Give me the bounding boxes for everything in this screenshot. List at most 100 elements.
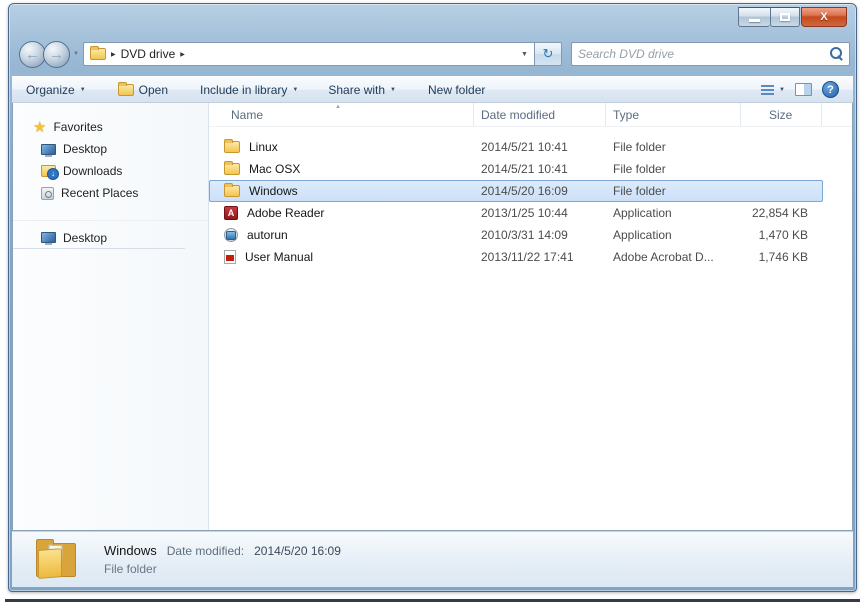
folder-icon [224, 139, 240, 153]
file-date: 2013/1/25 10:44 [481, 206, 568, 220]
file-date: 2013/11/22 17:41 [481, 250, 574, 264]
column-header-name[interactable]: Name [209, 103, 474, 126]
downloads-folder-icon [41, 165, 59, 180]
file-type: Application [613, 228, 672, 242]
file-name: Mac OSX [249, 162, 301, 176]
client-area: ★ Favorites Desktop Downloads Recent Pla… [12, 103, 853, 531]
breadcrumb-separator-icon[interactable]: ▶ [180, 51, 185, 58]
search-box[interactable] [570, 42, 850, 66]
file-type: Adobe Acrobat D... [613, 250, 714, 264]
minimize-button[interactable] [738, 7, 770, 27]
recent-places-icon [41, 186, 54, 200]
sidebar-tree-item-desktop[interactable]: Desktop [13, 227, 185, 249]
selected-folder-icon [36, 538, 82, 579]
explorer-window: X ← → ▼ ▶ DVD drive ▶ ▼ ↻ Organize ▼ Ope… [8, 3, 857, 592]
open-label: Open [138, 82, 169, 97]
minimize-icon [749, 18, 760, 22]
sidebar-item-desktop[interactable]: Desktop [13, 138, 208, 160]
maximize-icon [780, 13, 790, 21]
forward-button[interactable]: → [43, 40, 70, 68]
include-in-library-label: Include in library [200, 82, 288, 97]
breadcrumb-segment[interactable]: DVD drive [121, 47, 176, 61]
file-type: Application [613, 206, 672, 220]
open-button[interactable]: Open [117, 81, 169, 97]
sidebar-item-label: Recent Places [61, 186, 139, 200]
folder-icon [89, 46, 106, 60]
help-icon: ? [822, 81, 839, 98]
address-bar[interactable]: ▶ DVD drive ▶ ▼ [82, 42, 535, 66]
back-button[interactable]: ← [19, 40, 46, 68]
folder-icon [224, 161, 240, 175]
back-arrow-icon: ← [25, 45, 40, 63]
sidebar-item-label: Desktop [63, 230, 108, 245]
monitor-icon [41, 143, 56, 157]
file-row-autorun[interactable]: autorun 2010/3/31 14:09 Application 1,47… [209, 224, 823, 246]
column-label: Date modified [481, 107, 556, 122]
sidebar-item-downloads[interactable]: Downloads [13, 160, 208, 182]
sidebar-item-recent-places[interactable]: Recent Places [13, 182, 208, 204]
details-pane: Windows Date modified: 2014/5/20 16:09 F… [12, 531, 853, 587]
column-headers: ▲ Name Date modified Type Size [209, 103, 852, 127]
pdf-document-icon [224, 250, 236, 264]
chevron-down-icon: ▼ [390, 87, 396, 93]
favorites-label: Favorites [53, 120, 103, 134]
details-file-type: File folder [104, 562, 157, 576]
folder-icon [224, 183, 240, 197]
file-size: 1,470 KB [758, 228, 808, 242]
command-toolbar: Organize ▼ Open Include in library ▼ Sha… [12, 76, 853, 103]
new-folder-button[interactable]: New folder [428, 83, 485, 97]
file-list: ▲ Name Date modified Type Size Linux 201… [209, 103, 852, 530]
refresh-button[interactable]: ↻ [534, 42, 562, 66]
sidebar-item-favorites[interactable]: ★ Favorites [13, 116, 208, 138]
search-input[interactable] [577, 47, 829, 61]
share-with-button[interactable]: Share with ▼ [328, 83, 396, 97]
sidebar-item-label: Desktop [63, 142, 108, 156]
file-date: 2014/5/20 16:09 [481, 184, 568, 198]
file-name: Adobe Reader [247, 206, 325, 220]
column-header-type[interactable]: Type [606, 103, 741, 126]
new-folder-label: New folder [428, 82, 486, 97]
navigation-pane: ★ Favorites Desktop Downloads Recent Pla… [13, 103, 209, 530]
file-row-mac-osx[interactable]: Mac OSX 2014/5/21 10:41 File folder [209, 158, 823, 180]
close-button[interactable]: X [801, 7, 847, 27]
file-size: 1,746 KB [758, 250, 808, 264]
maximize-button[interactable] [770, 7, 800, 27]
file-name: autorun [247, 228, 288, 242]
file-row-adobe-reader[interactable]: A Adobe Reader 2013/1/25 10:44 Applicatio… [209, 202, 823, 224]
chevron-down-icon: ▼ [779, 87, 785, 93]
screenshot-bottom-edge [5, 599, 860, 602]
list-view-icon [761, 84, 775, 95]
search-icon[interactable] [829, 47, 843, 61]
file-name: Windows [249, 184, 298, 198]
breadcrumb-separator-icon: ▶ [110, 51, 116, 58]
chevron-down-icon: ▼ [292, 87, 299, 93]
recent-pages-dropdown[interactable]: ▼ [73, 51, 79, 57]
address-dropdown-icon[interactable]: ▼ [521, 51, 528, 58]
column-header-date-modified[interactable]: Date modified [474, 103, 606, 126]
column-label: Size [769, 107, 793, 122]
chevron-down-icon: ▼ [79, 87, 86, 93]
file-row-linux[interactable]: Linux 2014/5/21 10:41 File folder [209, 136, 823, 158]
organize-label: Organize [26, 82, 75, 97]
column-header-size[interactable]: Size [741, 103, 822, 126]
share-with-label: Share with [328, 82, 386, 97]
sidebar-separator [13, 220, 208, 221]
details-date-label: Date modified: [166, 544, 245, 558]
details-text: Windows Date modified: 2014/5/20 16:09 F… [104, 543, 341, 576]
window-controls: X [738, 7, 847, 27]
file-size: 22,854 KB [751, 206, 808, 220]
file-type: File folder [613, 140, 666, 154]
include-in-library-button[interactable]: Include in library ▼ [200, 83, 298, 97]
adobe-reader-icon: A [224, 206, 238, 220]
forward-arrow-icon: → [49, 45, 64, 63]
sort-ascending-icon: ▲ [335, 104, 341, 110]
file-rows: Linux 2014/5/21 10:41 File folder Mac OS… [209, 127, 852, 268]
change-view-button[interactable]: ▼ [761, 84, 785, 95]
help-button[interactable]: ? [822, 81, 839, 98]
open-folder-icon [117, 81, 134, 96]
file-date: 2010/3/31 14:09 [481, 228, 568, 242]
preview-pane-button[interactable] [795, 83, 812, 96]
organize-button[interactable]: Organize ▼ [26, 83, 86, 97]
file-row-user-manual[interactable]: User Manual 2013/11/22 17:41 Adobe Acrob… [209, 246, 823, 268]
file-row-windows[interactable]: Windows 2014/5/20 16:09 File folder [209, 180, 823, 202]
